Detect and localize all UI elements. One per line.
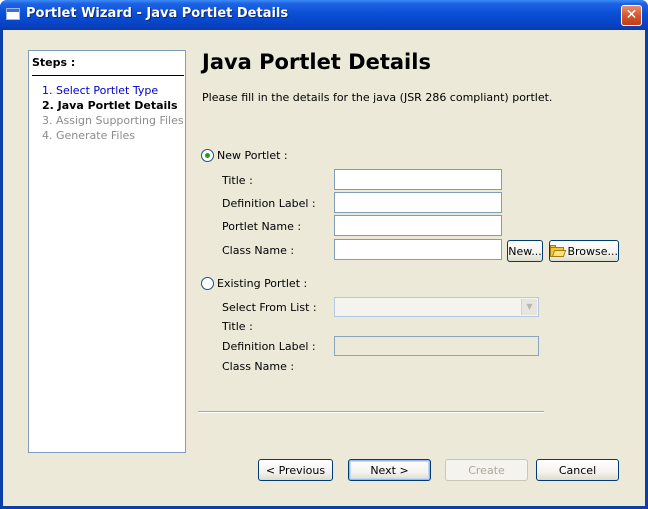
step-generate-files: 4. Generate Files [42, 129, 136, 142]
cancel-button-label: Cancel [558, 463, 597, 477]
step-java-portlet-details: 2. Java Portlet Details [42, 99, 178, 112]
step-assign-supporting-files: 3. Assign Supporting Files [42, 114, 184, 127]
existing-portlet-label[interactable]: Existing Portlet : [217, 277, 307, 290]
create-button-label: Create [468, 463, 505, 477]
title-label: Title : [222, 174, 253, 187]
portlet-name-field[interactable] [334, 215, 502, 236]
window-title: Portlet Wizard - Java Portlet Details [26, 6, 289, 21]
cancel-button[interactable]: Cancel [536, 459, 619, 481]
previous-button[interactable]: < Previous [258, 459, 333, 481]
new-portlet-label[interactable]: New Portlet : [217, 149, 288, 162]
open-folder-icon [550, 245, 567, 257]
new-class-button-label: New... [508, 244, 542, 258]
window-app-icon [6, 8, 20, 20]
wizard-window: Portlet Wizard - Java Portlet Details ✕ … [0, 0, 648, 509]
close-icon: ✕ [625, 7, 638, 23]
new-class-button[interactable]: New... [507, 240, 543, 262]
steps-title: Steps : [32, 56, 76, 69]
steps-panel: Steps : 1. Select Portlet Type 2. Java P… [28, 50, 186, 453]
steps-divider [32, 75, 184, 76]
existing-title-label: Title : [222, 320, 253, 333]
existing-definition-label-label: Definition Label : [222, 340, 316, 353]
page-title: Java Portlet Details [202, 50, 431, 74]
title-bar[interactable]: Portlet Wizard - Java Portlet Details ✕ [0, 0, 648, 30]
definition-label-label: Definition Label : [222, 197, 316, 210]
next-button-label: Next > [370, 463, 409, 477]
create-button: Create [445, 459, 528, 481]
select-from-list-dropdown: ▼ [334, 297, 539, 317]
dialog-body: Steps : 1. Select Portlet Type 2. Java P… [3, 30, 645, 506]
new-portlet-radio[interactable] [201, 149, 214, 162]
browse-button[interactable]: Browse... [549, 240, 619, 262]
select-from-list-label: Select From List : [222, 301, 317, 314]
class-name-field[interactable] [334, 239, 502, 260]
existing-portlet-radio[interactable] [201, 277, 214, 290]
step-select-portlet-type[interactable]: 1. Select Portlet Type [42, 84, 158, 97]
browse-button-label: Browse... [567, 244, 618, 258]
portlet-name-label: Portlet Name : [222, 220, 302, 233]
page-description: Please fill in the details for the java … [202, 91, 553, 104]
existing-definition-label-field [334, 336, 539, 356]
title-field[interactable] [334, 169, 502, 190]
next-button[interactable]: Next > [348, 459, 431, 481]
footer-separator [198, 411, 544, 413]
close-button[interactable]: ✕ [621, 5, 642, 26]
chevron-down-icon: ▼ [521, 299, 537, 315]
class-name-label: Class Name : [222, 244, 295, 257]
previous-button-label: < Previous [265, 463, 326, 477]
definition-label-field[interactable] [334, 192, 502, 213]
existing-class-name-label: Class Name : [222, 360, 295, 373]
